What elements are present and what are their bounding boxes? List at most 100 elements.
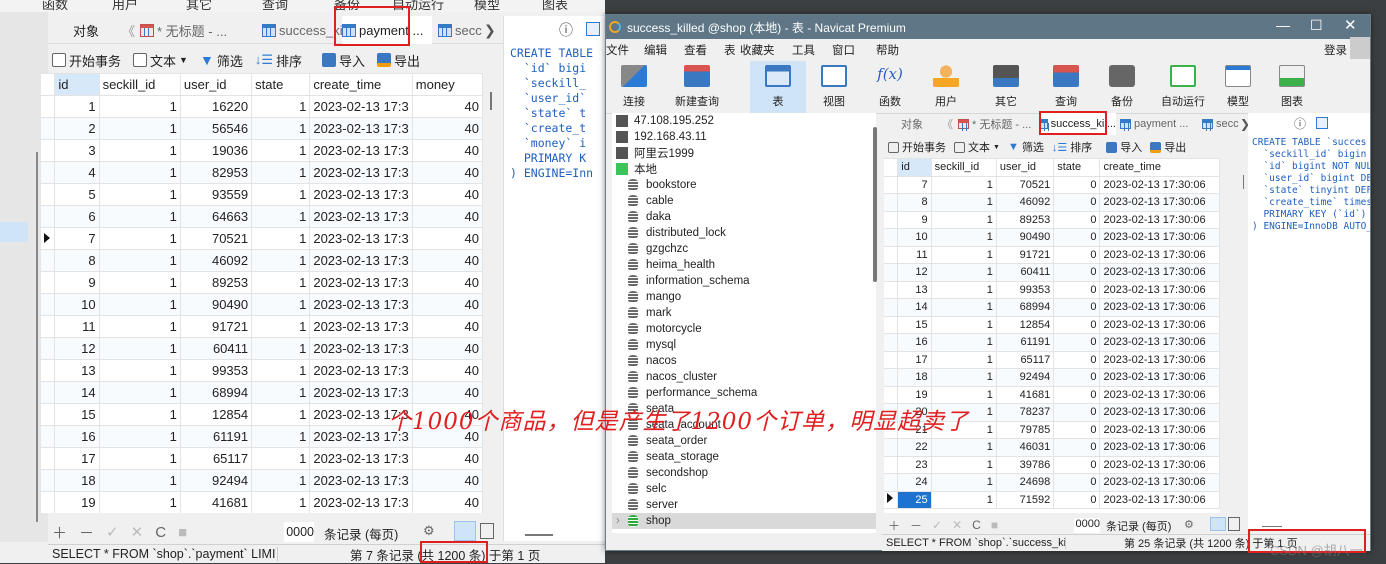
row-selector[interactable]: [884, 245, 899, 264]
cell-id[interactable]: 16: [897, 333, 932, 352]
column-header-seckill-id[interactable]: seckill_id: [98, 73, 181, 96]
cell-seckill_id[interactable]: 1: [98, 293, 181, 316]
table-row[interactable]: 2 1 56546 1 2023-02-13 17:3 40: [41, 117, 483, 140]
cell-id[interactable]: 11: [897, 245, 932, 264]
settings-gear-icon[interactable]: ⚙: [423, 523, 435, 539]
toolbar-connect-button[interactable]: 连接: [606, 61, 662, 113]
column-header-id[interactable]: id: [897, 158, 932, 177]
table-row[interactable]: 22 1 46031 0 2023-02-13 17:30:06: [884, 438, 1220, 457]
database-item[interactable]: mango: [612, 289, 876, 305]
begin-transaction-button[interactable]: 开始事务: [52, 51, 121, 70]
cell-id[interactable]: 9: [54, 271, 100, 294]
table-row[interactable]: 11 1 91721 0 2023-02-13 17:30:06: [884, 245, 1220, 264]
cell-id[interactable]: 5: [54, 183, 100, 206]
cell-state[interactable]: 0: [1053, 455, 1101, 474]
cell-user_id[interactable]: 12854: [995, 315, 1055, 334]
cell-id[interactable]: 17: [54, 447, 100, 470]
cell-money[interactable]: 40: [411, 95, 483, 118]
cell-user_id[interactable]: 90490: [179, 293, 253, 316]
database-item[interactable]: information_schema: [612, 273, 876, 289]
cell-seckill_id[interactable]: 1: [98, 447, 181, 470]
cell-seckill_id[interactable]: 1: [98, 469, 181, 492]
cell-state[interactable]: 0: [1053, 263, 1101, 282]
table-row[interactable]: 13 1 99353 0 2023-02-13 17:30:06: [884, 280, 1220, 299]
table-row[interactable]: 8 1 46092 1 2023-02-13 17:3 40: [41, 249, 483, 272]
cell-state[interactable]: 1: [251, 117, 311, 140]
toolbar-function-button[interactable]: f(x) 函数: [862, 61, 918, 113]
toolbar-user-button[interactable]: 用户: [918, 61, 974, 113]
row-selector[interactable]: [41, 95, 56, 118]
table-row[interactable]: 4 1 82953 1 2023-02-13 17:3 40: [41, 161, 483, 184]
row-selector[interactable]: [41, 293, 56, 316]
menu-view[interactable]: 查看: [684, 42, 707, 58]
cell-id[interactable]: 13: [897, 280, 932, 299]
grid-view-icon[interactable]: [1210, 517, 1226, 531]
tab-objects[interactable]: 对象: [884, 113, 940, 135]
table-row[interactable]: 18 1 92494 0 2023-02-13 17:30:06: [884, 368, 1220, 387]
table-row[interactable]: 18 1 92494 1 2023-02-13 17:3 40: [41, 469, 483, 492]
cell-id[interactable]: 10: [897, 228, 932, 247]
toolbar-label-backup[interactable]: 备份: [334, 0, 360, 12]
cell-id[interactable]: 7: [54, 227, 100, 250]
cell-money[interactable]: 40: [411, 183, 483, 206]
cell-user_id[interactable]: 46092: [995, 193, 1055, 212]
cell-user_id[interactable]: 61191: [995, 333, 1055, 352]
row-selector[interactable]: [884, 315, 899, 334]
menu-help[interactable]: 帮助: [876, 42, 899, 58]
cell-create_time[interactable]: 2023-02-13 17:3: [309, 447, 413, 470]
cell-money[interactable]: 40: [411, 227, 483, 250]
cell-create_time[interactable]: 2023-02-13 17:3: [309, 315, 413, 338]
table-row[interactable]: 9 1 89253 1 2023-02-13 17:3 40: [41, 271, 483, 294]
cell-create_time[interactable]: 2023-02-13 17:30:06: [1099, 403, 1220, 422]
row-selector[interactable]: [884, 210, 899, 229]
column-header-create-time[interactable]: create_time: [309, 73, 413, 96]
cell-id[interactable]: 11: [54, 315, 100, 338]
info-icon[interactable]: ⓘ: [559, 20, 573, 40]
cell-seckill_id[interactable]: 1: [98, 359, 181, 382]
discard-changes-icon[interactable]: ✕: [131, 523, 144, 541]
cell-money[interactable]: 40: [411, 293, 483, 316]
cell-id[interactable]: 16: [54, 425, 100, 448]
cell-id[interactable]: 8: [897, 193, 932, 212]
cell-seckill_id[interactable]: 1: [98, 183, 181, 206]
cell-state[interactable]: 0: [1053, 333, 1101, 352]
row-selector[interactable]: [41, 315, 56, 338]
menu-table[interactable]: 表: [724, 42, 736, 58]
cell-create_time[interactable]: 2023-02-13 17:3: [309, 381, 413, 404]
cell-create_time[interactable]: 2023-02-13 17:30:06: [1099, 473, 1220, 492]
toolbar-query-button[interactable]: 查询: [1038, 61, 1094, 113]
cell-seckill_id[interactable]: 1: [930, 175, 997, 194]
database-item[interactable]: bookstore: [612, 177, 876, 193]
cell-create_time[interactable]: 2023-02-13 17:3: [309, 271, 413, 294]
toolbar-backup-button[interactable]: 备份: [1094, 61, 1150, 113]
cell-create_time[interactable]: 2023-02-13 17:3: [309, 161, 413, 184]
database-item[interactable]: mark: [612, 305, 876, 321]
cell-seckill_id[interactable]: 1: [98, 249, 181, 272]
toolbar-chart-button[interactable]: 图表: [1264, 61, 1320, 113]
column-header-seckill-id[interactable]: seckill_id: [930, 158, 997, 177]
database-item[interactable]: secondshop: [612, 465, 876, 481]
row-selector[interactable]: [884, 175, 899, 194]
cell-state[interactable]: 0: [1053, 315, 1101, 334]
cell-seckill_id[interactable]: 1: [98, 161, 181, 184]
cell-user_id[interactable]: 16220: [179, 95, 253, 118]
toolbar-new-query-button[interactable]: 新建查询: [666, 61, 728, 113]
cell-state[interactable]: 1: [251, 359, 311, 382]
cell-user_id[interactable]: 78237: [995, 403, 1055, 422]
cell-seckill_id[interactable]: 1: [930, 455, 997, 474]
tab-scroll-left-icon[interactable]: 《: [122, 16, 138, 44]
cell-state[interactable]: 1: [251, 183, 311, 206]
tab-success-killed[interactable]: success_kil...: [1040, 113, 1116, 135]
cell-money[interactable]: 40: [411, 381, 483, 404]
column-header-user-id[interactable]: user_id: [179, 73, 253, 96]
navigator-scrollbar[interactable]: [36, 152, 38, 522]
cell-id[interactable]: 12: [897, 263, 932, 282]
cell-create_time[interactable]: 2023-02-13 17:3: [309, 227, 413, 250]
maximize-button[interactable]: ☐: [1310, 17, 1323, 34]
minimize-button[interactable]: —: [1276, 17, 1290, 33]
cell-id[interactable]: 12: [54, 337, 100, 360]
export-button[interactable]: 导出: [377, 51, 420, 70]
row-selector[interactable]: [884, 333, 899, 352]
cell-user_id[interactable]: 39786: [995, 455, 1055, 474]
row-selector[interactable]: [884, 473, 899, 492]
